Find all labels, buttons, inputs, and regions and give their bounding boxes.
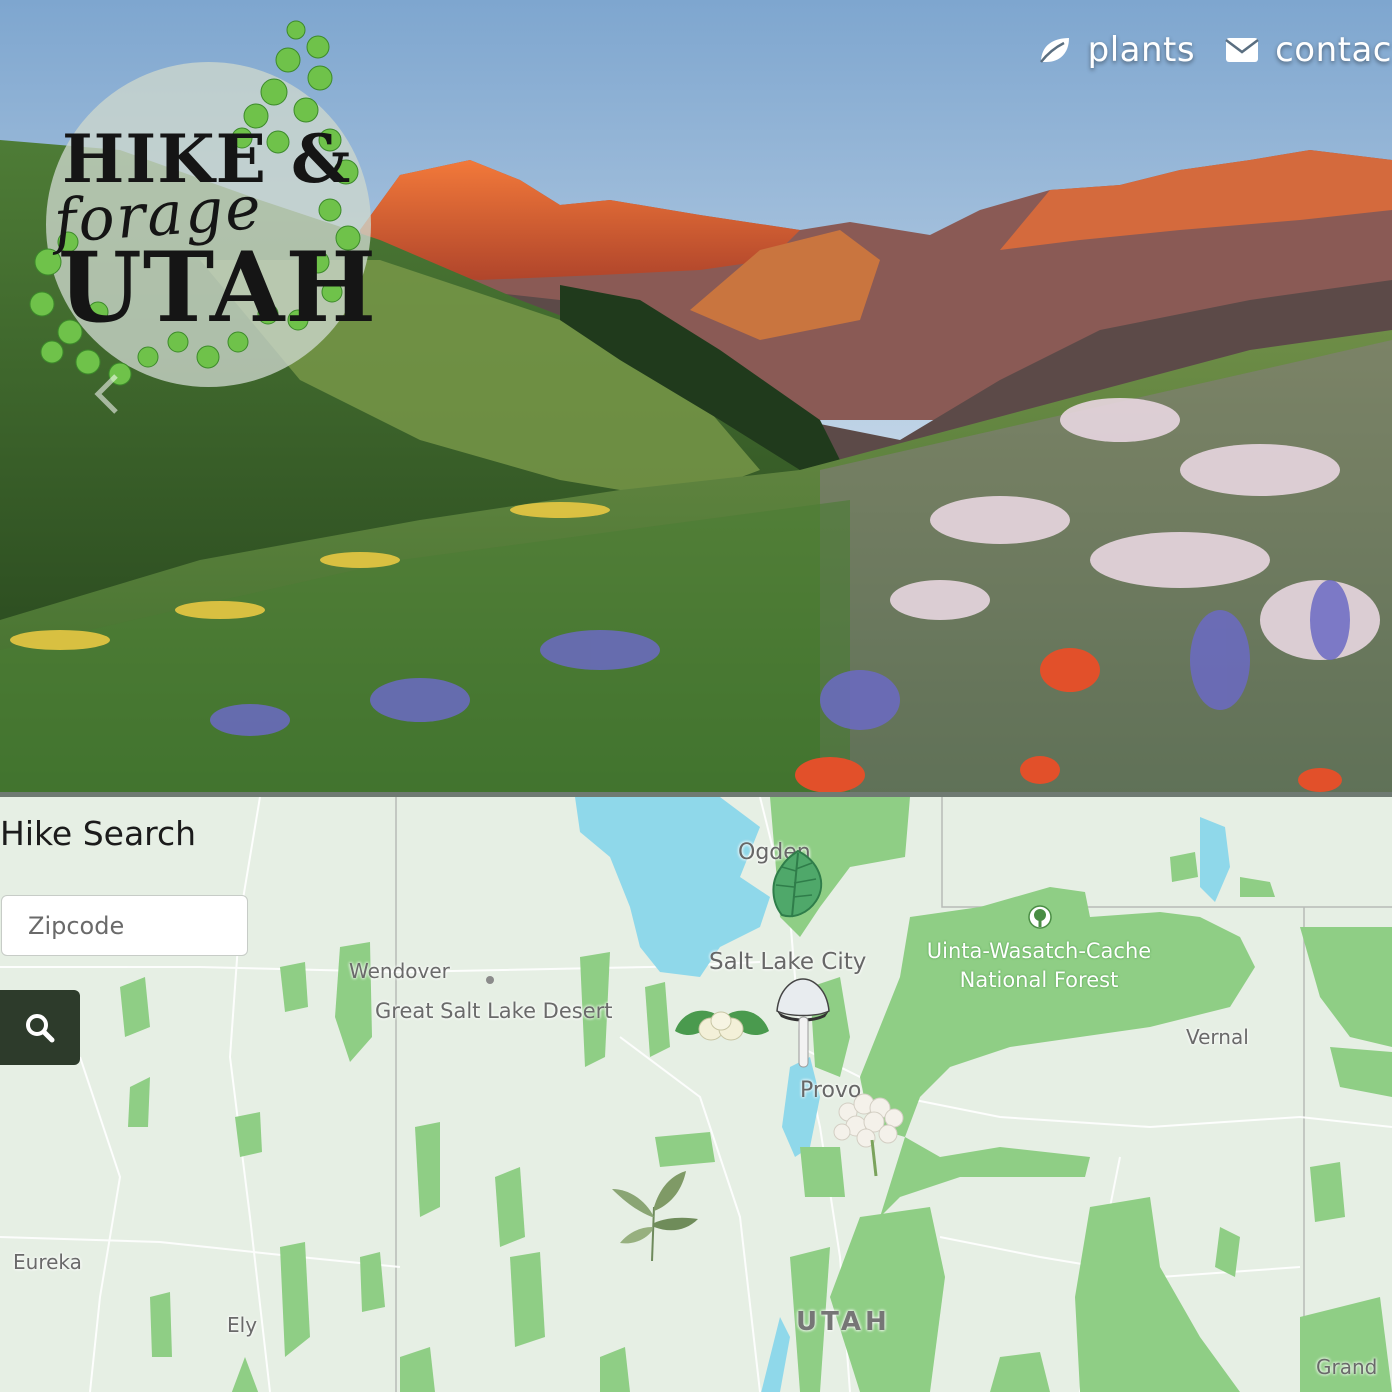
hike-map[interactable]: Ogden Salt Lake City Wendover Great Salt… <box>0 797 1392 1392</box>
logo-line-utah: UTAH <box>58 231 378 344</box>
leaf-marker-icon[interactable] <box>768 849 828 925</box>
map-city-wendover: Wendover <box>349 959 450 983</box>
zipcode-input[interactable] <box>1 895 248 956</box>
search-icon <box>26 1013 55 1042</box>
search-button[interactable] <box>0 990 80 1065</box>
hero-banner: HIKE & forage UTAH plants contac <box>0 0 1392 795</box>
map-city-salt-lake-city: Salt Lake City <box>709 949 867 975</box>
nav-plants-link[interactable]: plants <box>1038 30 1195 70</box>
envelope-icon <box>1225 37 1259 63</box>
map-state-label: UTAH <box>796 1307 891 1337</box>
park-tree-icon[interactable] <box>1027 905 1053 937</box>
leaf-icon <box>1038 35 1072 65</box>
chevron-left-icon <box>94 374 118 414</box>
map-city-grand: Grand <box>1316 1355 1378 1379</box>
yarrow-marker-icon[interactable] <box>828 1082 914 1182</box>
hike-search-title: Hike Search <box>0 814 197 853</box>
map-forest-label: Uinta-Wasatch-Cache National Forest <box>926 937 1152 995</box>
map-city-ely: Ely <box>227 1313 258 1337</box>
top-nav: plants contac <box>1008 28 1392 72</box>
nav-plants-label: plants <box>1087 30 1196 70</box>
mulberry-marker-icon[interactable] <box>673 1001 771 1049</box>
carousel-prev-button[interactable] <box>88 372 128 416</box>
mushroom-marker-icon[interactable] <box>773 975 833 1073</box>
map-region-great-salt-lake-desert: Great Salt Lake Desert <box>375 999 613 1023</box>
nav-contact-link[interactable]: contac <box>1225 30 1392 70</box>
sage-marker-icon[interactable] <box>606 1167 702 1267</box>
site-logo[interactable]: HIKE & forage UTAH <box>28 12 376 397</box>
map-city-vernal: Vernal <box>1186 1025 1249 1049</box>
nav-contact-label: contac <box>1275 30 1392 70</box>
map-tiles <box>0 797 1392 1392</box>
map-forest-line2: National Forest <box>959 968 1119 992</box>
map-forest-line1: Uinta-Wasatch-Cache <box>926 939 1152 963</box>
map-city-eureka: Eureka <box>13 1250 82 1274</box>
